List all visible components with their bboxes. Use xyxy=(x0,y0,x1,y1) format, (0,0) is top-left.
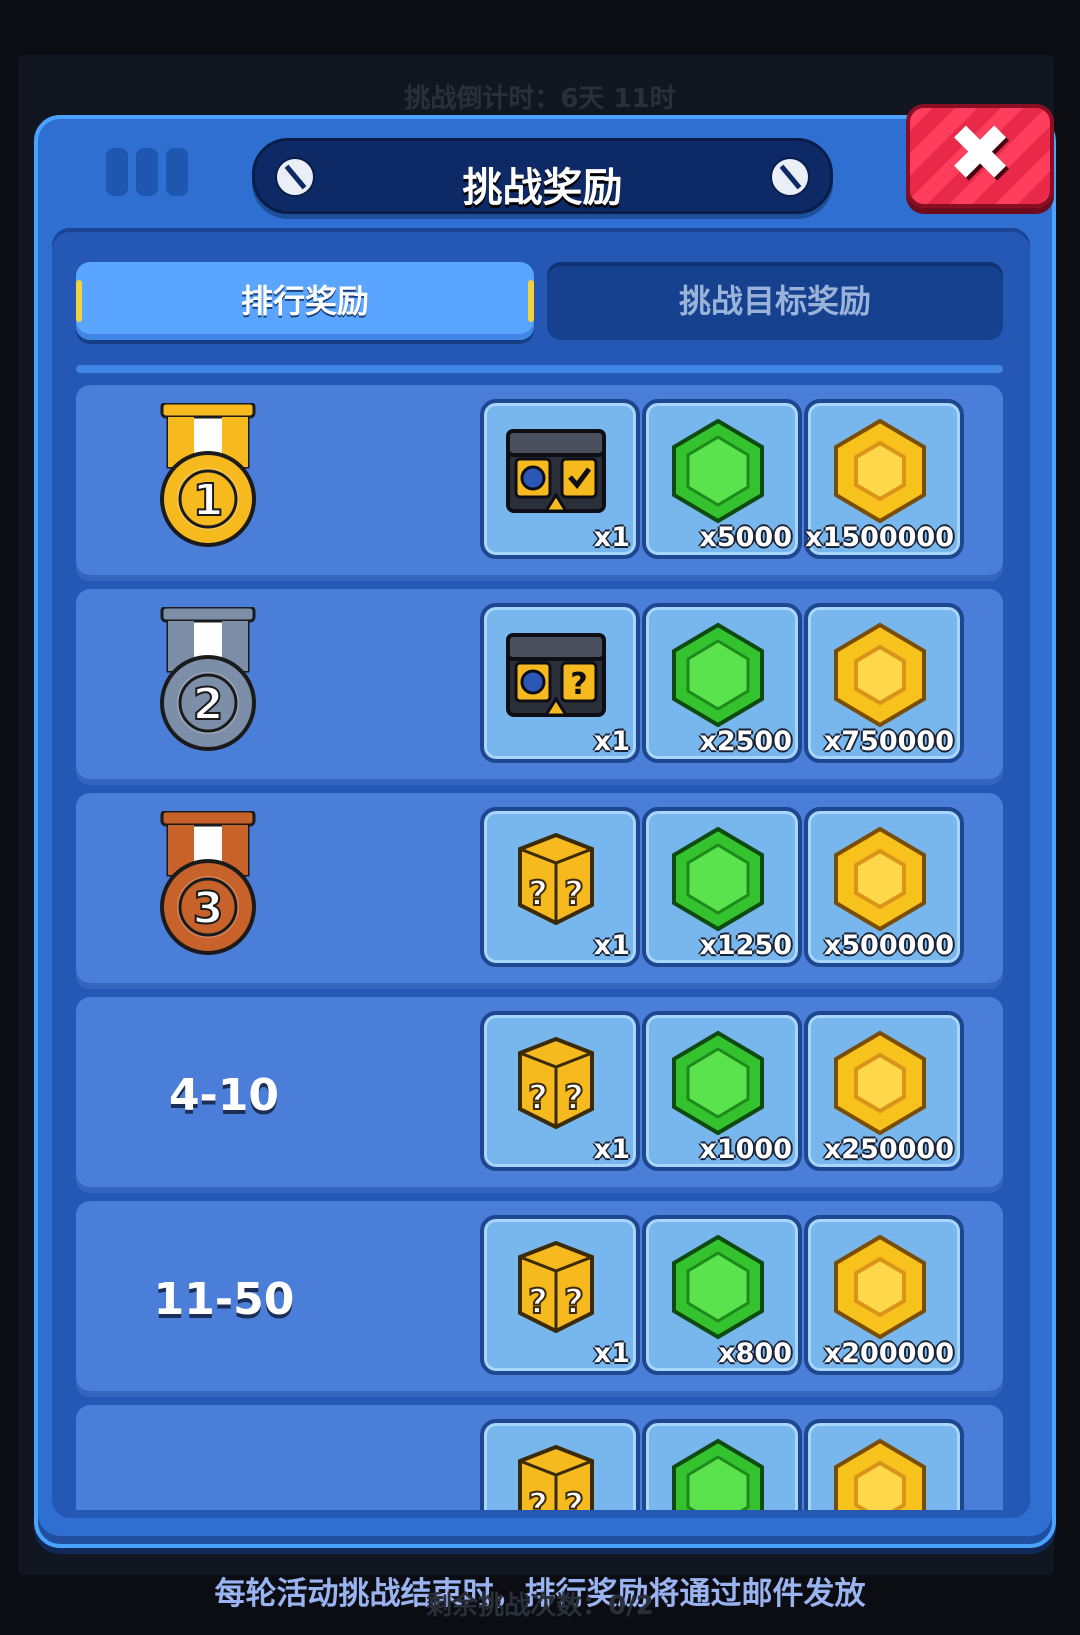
bolt-icon xyxy=(770,157,810,197)
svg-text:3: 3 xyxy=(193,883,224,934)
reward-row: ? ? xyxy=(76,1405,1003,1510)
svg-text:?: ? xyxy=(528,1078,548,1118)
reward-quantity: x1 xyxy=(593,1134,630,1165)
grip-bar xyxy=(106,148,128,196)
remaining-attempts: 剩余挑战次数：0/2 xyxy=(426,1591,654,1621)
reward-item[interactable]: x250000 xyxy=(804,1011,964,1171)
svg-text:?: ? xyxy=(564,874,584,914)
tab-label: 排行奖励 xyxy=(240,282,369,320)
medal-icon: 3 xyxy=(160,811,256,955)
reward-item[interactable]: x5000 xyxy=(642,399,802,559)
reward-quantity: x5000 xyxy=(699,522,792,553)
tab-marker xyxy=(528,280,534,322)
medal-icon: 2 xyxy=(160,607,256,751)
reward-quantity: x1 xyxy=(593,930,630,961)
reward-quantity: x750000 xyxy=(823,726,954,757)
rank-range-label: 4-10 xyxy=(168,1069,280,1121)
rank-range-label xyxy=(76,1405,372,1510)
tab-goal-rewards[interactable]: 挑战目标奖励 xyxy=(547,262,1003,340)
reward-item[interactable]: x500000 xyxy=(804,807,964,967)
svg-text:2: 2 xyxy=(193,679,224,730)
reward-item[interactable]: ? ? x1 xyxy=(480,807,640,967)
reward-row: 1 x1 x5000 x1500000 xyxy=(76,385,1003,581)
medal-icon: 1 xyxy=(160,403,256,547)
divider xyxy=(76,365,1003,373)
tab-marker xyxy=(76,280,82,322)
reward-quantity: x1500000 xyxy=(805,522,954,553)
close-icon: ✖ xyxy=(947,109,1013,199)
reward-quantity: x1000 xyxy=(699,1134,792,1165)
svg-text:?: ? xyxy=(528,1486,548,1510)
reward-item[interactable] xyxy=(804,1419,964,1510)
grip-bar xyxy=(166,148,188,196)
reward-row: 3 ? ? x1 x1250 x500000 xyxy=(76,793,1003,989)
svg-text:?: ? xyxy=(528,1282,548,1322)
reward-quantity: x2500 xyxy=(699,726,792,757)
reward-item[interactable]: x200000 xyxy=(804,1215,964,1375)
reward-item[interactable]: x800 xyxy=(642,1215,802,1375)
svg-text:?: ? xyxy=(564,1078,584,1118)
reward-row: 11-50 ? ? x1 x800 x200000 xyxy=(76,1201,1003,1397)
reward-quantity: x1 xyxy=(593,522,630,553)
reward-item[interactable]: ? ? xyxy=(480,1419,640,1510)
reward-item[interactable]: x1 xyxy=(480,399,640,559)
rank-range-label: 11-50 xyxy=(153,1273,295,1325)
tab-rank-rewards[interactable]: 排行奖励 xyxy=(76,262,534,340)
grip-bar xyxy=(136,148,158,196)
reward-row: 4-10 ? ? x1 x1000 x250000 xyxy=(76,997,1003,1193)
reward-row: 2 ? x1 x2500 x750000 xyxy=(76,589,1003,785)
reward-item[interactable]: x2500 xyxy=(642,603,802,763)
svg-text:?: ? xyxy=(564,1282,584,1322)
reward-quantity: x500000 xyxy=(823,930,954,961)
reward-list[interactable]: 1 x1 x5000 x1500000 2 ? x1 x2500 x750000… xyxy=(66,385,1016,1510)
reward-item[interactable]: x1250 xyxy=(642,807,802,967)
reward-item[interactable]: x1500000 xyxy=(804,399,964,559)
reward-item[interactable] xyxy=(642,1419,802,1510)
reward-quantity: x250000 xyxy=(823,1134,954,1165)
title-banner: 挑战奖励 xyxy=(252,138,833,214)
dialog-title: 挑战奖励 xyxy=(462,165,623,211)
svg-text:?: ? xyxy=(528,874,548,914)
reward-quantity: x1 xyxy=(593,1338,630,1369)
reward-item[interactable]: ? x1 xyxy=(480,603,640,763)
reward-item[interactable]: ? ? x1 xyxy=(480,1215,640,1375)
reward-item[interactable]: ? ? x1 xyxy=(480,1011,640,1171)
reward-quantity: x1 xyxy=(593,726,630,757)
tab-label: 挑战目标奖励 xyxy=(678,282,871,320)
svg-text:?: ? xyxy=(564,1486,584,1510)
reward-item[interactable]: x750000 xyxy=(804,603,964,763)
reward-quantity: x200000 xyxy=(823,1338,954,1369)
svg-text:?: ? xyxy=(570,667,587,702)
close-button[interactable]: ✖ xyxy=(906,104,1054,208)
reward-quantity: x1250 xyxy=(699,930,792,961)
reward-item[interactable]: x1000 xyxy=(642,1011,802,1171)
svg-text:1: 1 xyxy=(193,475,224,526)
reward-quantity: x800 xyxy=(718,1338,792,1369)
